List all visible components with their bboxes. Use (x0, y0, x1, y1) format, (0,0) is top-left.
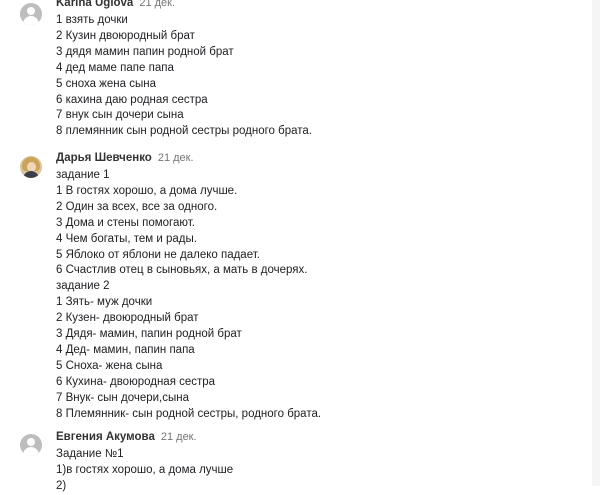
comment-line: 5 сноха жена сына (56, 77, 156, 90)
comment-text: Задание №1 1)в гостях хорошо, а дома луч… (56, 447, 233, 495)
comment-line: 5 Яблоко от яблони не далеко падает. (56, 248, 260, 261)
comment-date: 21 дек. (160, 431, 197, 443)
comment-line: 8 племянник сын родной сестры родного бр… (56, 125, 312, 138)
comment-line: 5 Сноха- жена сына (56, 359, 163, 372)
comment-line: 1 взять дочки (56, 14, 128, 26)
comment-line: 3 дядя мамин папин родной брат (56, 45, 234, 58)
comment-text: 1 взять дочки 2 Кузин двоюродный брат 3 … (56, 13, 312, 140)
comment-date: 21 дек. (139, 0, 176, 9)
comment-author[interactable]: Дарья Шевченко (56, 152, 152, 164)
comment-line: 6 кахина даю родная сестра (56, 93, 208, 106)
comment-author[interactable]: Karina Uglova (56, 0, 133, 9)
comment-author[interactable]: Евгения Акумова (56, 431, 155, 443)
comment-header: Karina Uglova 21 дек. (56, 0, 175, 9)
comment-line: 4 Чем богаты, тем и рады. (56, 232, 197, 245)
user-icon (27, 7, 35, 15)
comment-line: задание 1 (56, 169, 110, 181)
comment-line: 2) (56, 479, 67, 492)
comment-line: задание 2 (56, 280, 110, 293)
comment-line: 6 Счастлив отец в сыновьях, а мать в доч… (56, 264, 308, 277)
comment-line: 4 Дед- мамин, папин папа (56, 343, 195, 356)
comment-line: 1 Зять- муж дочки (56, 296, 153, 309)
comment-header: Дарья Шевченко 21 дек. (56, 152, 194, 164)
comment-line: 7 внук сын дочери сына (56, 109, 184, 122)
comment-header: Евгения Акумова 21 дек. (56, 431, 197, 443)
comment-line: Задание №1 (56, 448, 124, 460)
comment-line: 1)в гостях хорошо, а дома лучше (56, 463, 234, 476)
comment-line: 2 Кузин двоюродный брат (56, 29, 195, 42)
comment-line: 4 дед маме папе папа (56, 61, 174, 74)
comment-line: 2 Один за всех, все за одного. (56, 200, 218, 213)
comment-text: задание 1 1 В гостях хорошо, а дома лучш… (56, 168, 321, 423)
scrollbar[interactable] (592, 0, 600, 486)
avatar[interactable] (20, 156, 42, 178)
comment-line: 6 Кухина- двоюродная сестра (56, 375, 216, 388)
comment-line: 2 Кузен- двоюродный брат (56, 312, 199, 325)
avatar[interactable] (20, 3, 42, 25)
comment-line: 8 Племянник- сын родной сестры, родного … (56, 407, 322, 420)
comment-line: 3 Дома и стены помогают. (56, 216, 195, 229)
comment-line: 7 Внук- сын дочери,сына (56, 391, 189, 404)
avatar[interactable] (20, 434, 42, 456)
user-icon (27, 438, 35, 446)
comment-line: 1 В гостях хорошо, а дома лучше. (56, 184, 238, 197)
comment-line: 3 Дядя- мамин, папин родной брат (56, 328, 242, 341)
comment-date: 21 дек. (157, 152, 194, 164)
